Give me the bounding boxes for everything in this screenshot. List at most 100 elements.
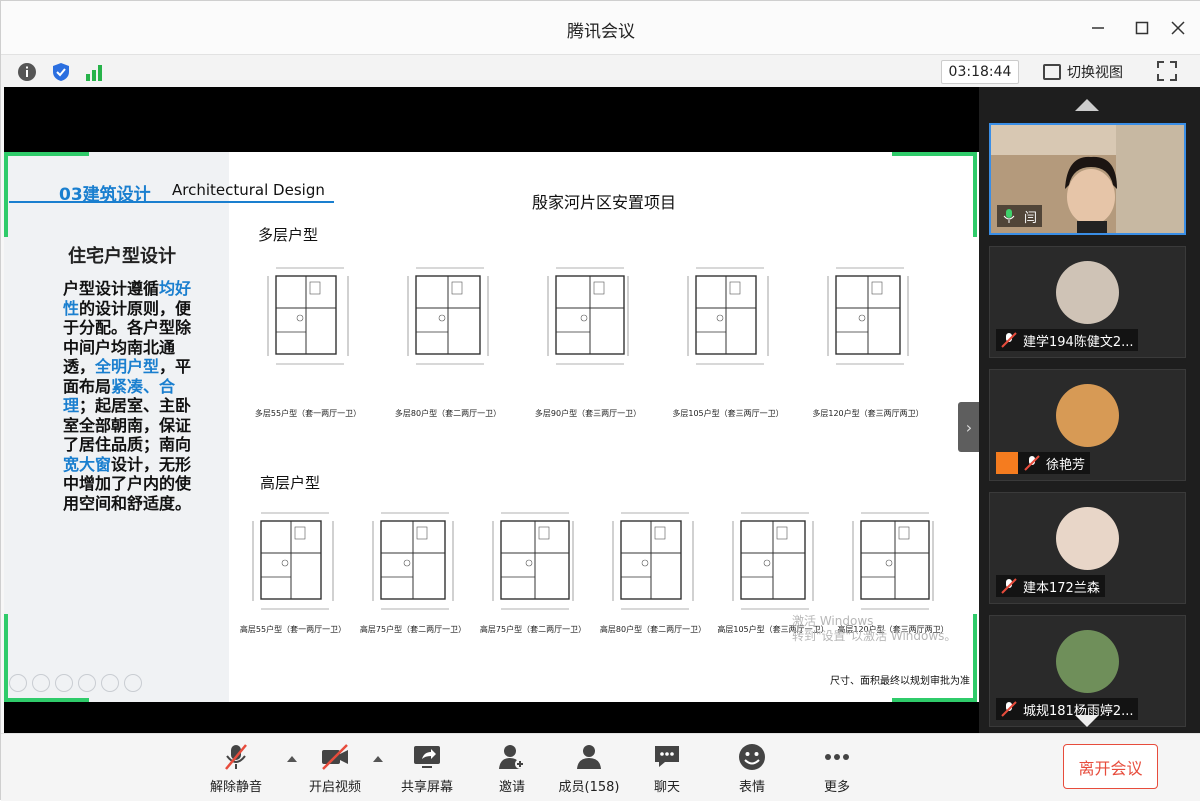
invite-button[interactable]: 邀请 <box>477 742 547 795</box>
participant-tile[interactable]: 城规181杨雨婷2... <box>989 615 1186 727</box>
participant-name-tag: 闫 <box>997 205 1043 227</box>
floor-plan <box>247 507 339 615</box>
shield-icon <box>53 63 69 81</box>
add-user-icon <box>499 745 525 769</box>
slide-corner <box>4 152 89 156</box>
switch-view-label: 切换视图 <box>1067 65 1123 81</box>
participant-tile[interactable]: 建本172兰森 <box>989 492 1186 604</box>
network-signal-button[interactable] <box>83 61 105 83</box>
info-button[interactable] <box>16 61 38 83</box>
left-heading: 住宅户型设计 <box>68 246 176 267</box>
highlight-text: 全明户型 <box>95 357 160 376</box>
floor-plan-drawing <box>372 512 454 610</box>
expand-panel-button[interactable]: › <box>958 402 980 452</box>
security-button[interactable] <box>50 61 72 83</box>
minimize-button[interactable] <box>1083 13 1113 43</box>
video-options-caret[interactable] <box>373 756 383 762</box>
floor-plan-caption: 高层55户型（套一两厅一卫） <box>239 625 347 634</box>
participant-tile[interactable]: 闫 <box>989 123 1186 235</box>
floor-plan-drawing <box>827 267 909 365</box>
floor-plan-caption: 高层75户型（套二两厅一卫） <box>479 625 587 634</box>
fullscreen-icon <box>1157 61 1177 81</box>
audio-options-caret[interactable] <box>287 756 297 762</box>
paragraph-text: 户型设计遵循 <box>63 279 160 298</box>
maximize-icon <box>1135 21 1149 35</box>
mic-icon <box>1003 209 1015 223</box>
floor-plan-caption: 多层120户型（套三两厅两卫） <box>812 409 924 418</box>
next-slide-control[interactable] <box>32 674 50 692</box>
floor-plan-drawing <box>732 512 814 610</box>
smiley-icon <box>739 744 765 770</box>
slide-corner <box>973 614 977 702</box>
section-subtitle: Architectural Design <box>172 181 325 199</box>
watermark-line-1: 激活 Windows <box>792 614 874 628</box>
floor-plan-drawing <box>407 267 489 365</box>
floor-plan <box>682 262 774 370</box>
floor-plan-caption: 多层105户型（套三两厅一卫） <box>672 409 784 418</box>
start-video-button[interactable]: 开启视频 <box>300 742 370 795</box>
meeting-window: 腾讯会议 03:18:44 切换视图 03建筑设计 Architectural … <box>0 0 1200 801</box>
participant-tile[interactable]: 建学194陈健文2... <box>989 246 1186 358</box>
more-icon <box>825 754 849 760</box>
unmute-label: 解除静音 <box>209 780 262 795</box>
zoom-control[interactable] <box>101 674 119 692</box>
floor-plan-drawing <box>852 512 934 610</box>
participant-name-tag: 徐艳芳 <box>996 452 1091 474</box>
floor-plan-drawing <box>492 512 574 610</box>
more-control[interactable] <box>124 674 142 692</box>
reactions-label: 表情 <box>738 780 765 795</box>
pen-control[interactable] <box>55 674 73 692</box>
floor-plan <box>367 507 459 615</box>
high-rise-heading: 高层户型 <box>260 474 321 492</box>
leave-meeting-button[interactable]: 离开会议 <box>1063 744 1158 789</box>
floor-plan-caption: 高层75户型（套二两厅一卫） <box>359 625 467 634</box>
section-underline <box>9 201 334 203</box>
scroll-up-icon[interactable] <box>1075 99 1099 111</box>
floor-plan-drawing <box>612 512 694 610</box>
slide-corner <box>4 152 8 237</box>
info-icon <box>18 63 36 81</box>
switch-view-button[interactable]: 切换视图 <box>1043 60 1123 84</box>
presentation-slide: 03建筑设计 Architectural Design 住宅户型设计 户型设计遵… <box>4 152 979 702</box>
slide-corner <box>892 152 977 156</box>
floor-plan-drawing <box>547 267 629 365</box>
unmute-button[interactable]: 解除静音 <box>201 742 271 795</box>
more-button[interactable]: 更多 <box>802 742 872 795</box>
project-title: 殷家河片区安置项目 <box>532 193 677 212</box>
chat-label: 聊天 <box>653 780 680 795</box>
invite-label: 邀请 <box>498 780 525 795</box>
close-button[interactable] <box>1163 13 1193 43</box>
floor-plan-caption: 多层55户型（套一两厅一卫） <box>254 409 362 418</box>
members-button[interactable]: 成员(158) <box>554 742 624 795</box>
watermark-line-2: 转到"设置"以激活 Windows。 <box>792 629 957 643</box>
scroll-down-icon[interactable] <box>1075 715 1099 727</box>
fullscreen-button[interactable] <box>1155 59 1179 83</box>
mic-muted-icon <box>1001 332 1017 348</box>
windows-watermark: 激活 Windows 转到"设置"以激活 Windows。 <box>792 614 956 644</box>
participant-tile[interactable]: 徐艳芳 <box>989 369 1186 481</box>
floor-plan <box>727 507 819 615</box>
members-icon <box>577 745 601 769</box>
mic-muted-icon <box>225 744 247 770</box>
close-icon <box>1171 21 1185 35</box>
chevron-right-icon: › <box>965 417 973 437</box>
prev-slide-control[interactable] <box>9 674 27 692</box>
slides-control[interactable] <box>78 674 96 692</box>
participant-sidebar: 闫 建学194陈健文2... 徐艳芳 建本172兰森 城规181杨雨婷2... <box>979 87 1200 733</box>
floor-plan <box>607 507 699 615</box>
participant-name-tag: 城规181杨雨婷2... <box>996 698 1139 720</box>
floor-plan-caption: 多层80户型（套二两厅一卫） <box>394 409 502 418</box>
chat-button[interactable]: 聊天 <box>632 742 702 795</box>
share-screen-button[interactable]: 共享屏幕 <box>392 742 462 795</box>
floor-plan-drawing <box>687 267 769 365</box>
maximize-button[interactable] <box>1127 13 1157 43</box>
share-screen-label: 共享屏幕 <box>400 780 453 795</box>
floor-plan <box>542 262 634 370</box>
floor-plan-caption: 多层90户型（套三两厅一卫） <box>534 409 642 418</box>
chat-icon <box>655 746 679 767</box>
reactions-button[interactable]: 表情 <box>717 742 787 795</box>
left-paragraph: 户型设计遵循均好性的设计原则，便于分配。各户型除中间户均南北通透，全明户型，平面… <box>63 279 203 513</box>
shared-screen: 03建筑设计 Architectural Design 住宅户型设计 户型设计遵… <box>4 87 980 733</box>
avatar <box>1056 507 1119 570</box>
floor-plan <box>487 507 579 615</box>
